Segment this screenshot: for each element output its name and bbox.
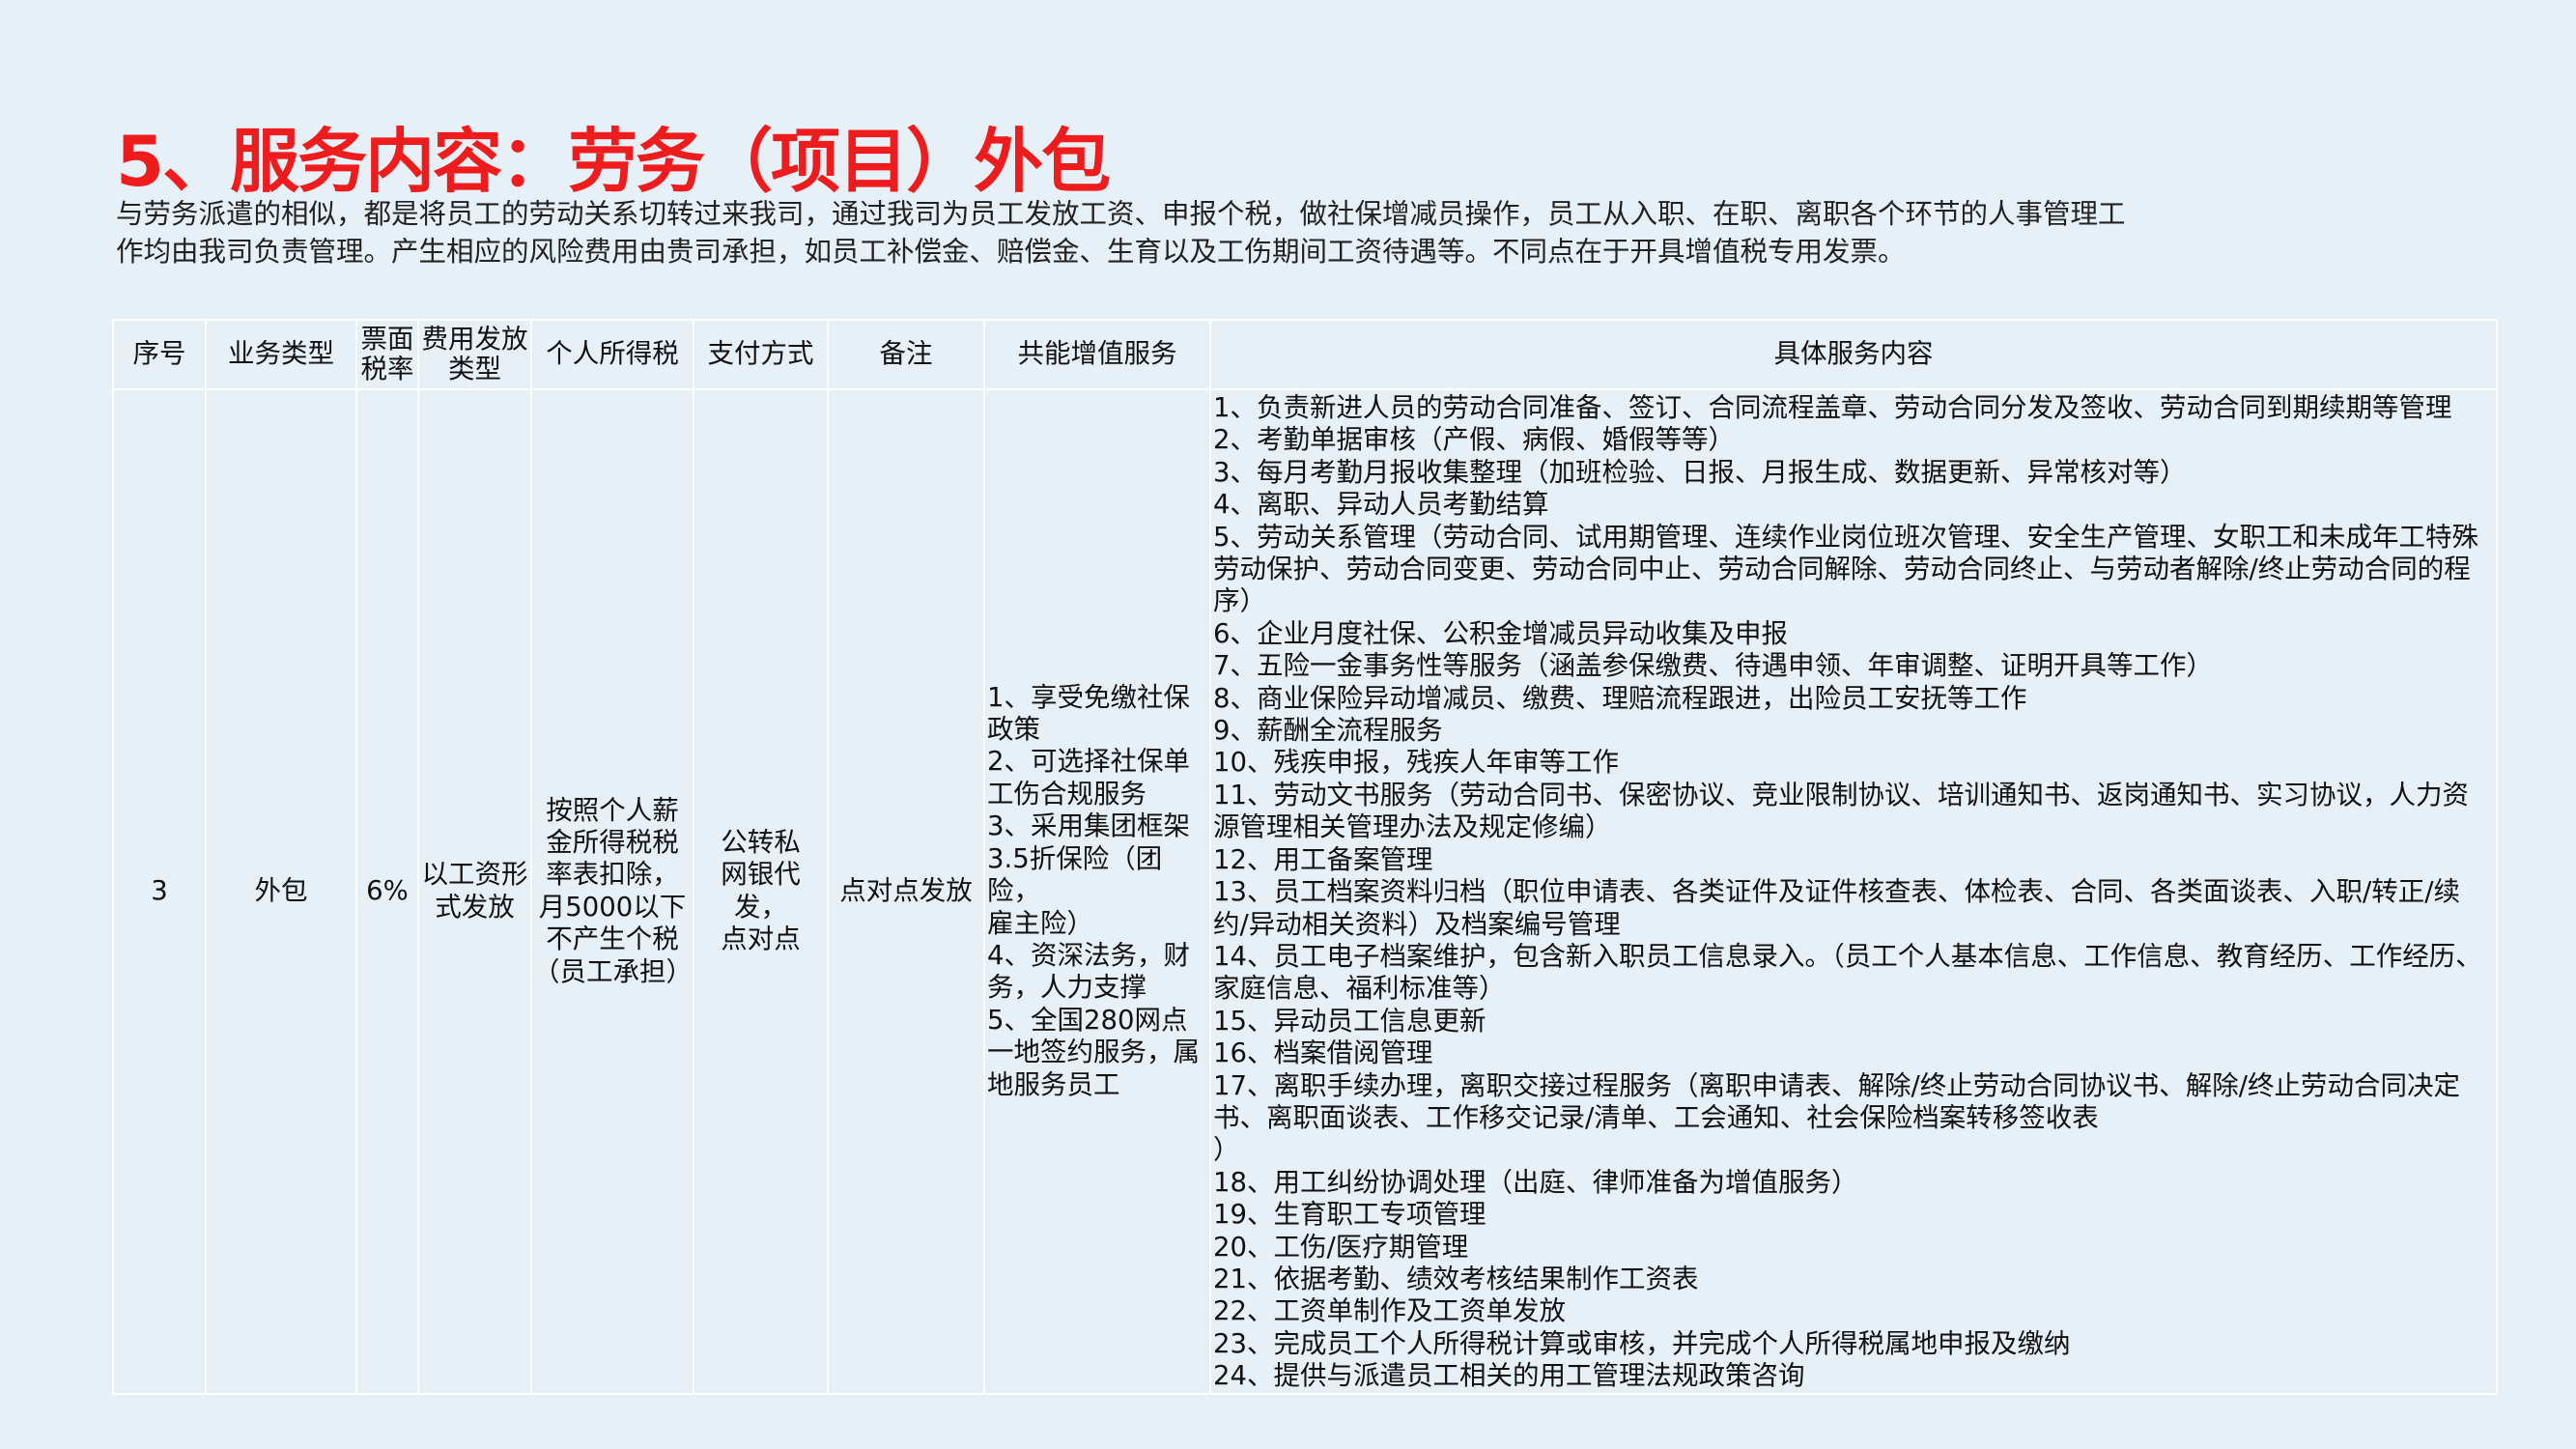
cell-income-tax: 按照个人薪 金所得税税 率表扣除， 月5000以下 不产生个税 （员工承担） bbox=[530, 388, 694, 1395]
detail-line: 约/异动相关资料）及档案编号管理 bbox=[1213, 908, 1621, 940]
cell-line: 3.5折保险（团险， bbox=[987, 842, 1163, 907]
detail-line: 8、商业保险异动增减员、缴费、理赔流程跟进，出险员工安抚等工作 bbox=[1213, 682, 2027, 714]
detail-line: ） bbox=[1213, 1134, 1240, 1166]
detail-line: 18、用工纠纷协调处理（出庭、律师准备为增值服务） bbox=[1213, 1166, 1858, 1198]
cell-line: 4、资深法务，财 bbox=[987, 939, 1190, 971]
cell-line: 地服务员工 bbox=[987, 1068, 1120, 1100]
cell-line: 月5000以下 bbox=[538, 891, 687, 923]
cell-line: 以工资形 bbox=[421, 859, 528, 891]
detail-line: 2、考勤单据审核（产假、病假、婚假等等） bbox=[1213, 424, 1735, 456]
cell-line: 政策 bbox=[987, 714, 1040, 746]
intro-line: 与劳务派遣的相似，都是将员工的劳动关系切转过来我司，通过我司为员工发放工资、申报… bbox=[116, 198, 2126, 230]
cell-line: 1、享受免缴社保 bbox=[987, 681, 1190, 713]
cell-service-detail: 1、负责新进人员的劳动合同准备、签订、合同流程盖章、劳动合同分发及签收、劳动合同… bbox=[1209, 388, 2498, 1395]
detail-line: 5、劳动关系管理（劳动合同、试用期管理、连续作业岗位班次管理、安全生产管理、女职… bbox=[1213, 521, 2478, 553]
detail-line: 序） bbox=[1213, 585, 1266, 617]
table-row: 3 外包 6% 以工资形 式发放 按照个人薪 金所得税税 率表扣除， 月5000… bbox=[112, 388, 2498, 1395]
cell-line: 网银代发， bbox=[721, 859, 801, 923]
cell-line: 率表扣除， bbox=[546, 859, 679, 891]
detail-line: 12、用工备案管理 bbox=[1213, 843, 1433, 875]
header-note: 备注 bbox=[827, 319, 985, 390]
detail-line: 劳动保护、劳动合同变更、劳动合同中止、劳动合同解除、劳动合同终止、与劳动者解除/… bbox=[1213, 554, 2471, 585]
cell-tax-rate: 6% bbox=[355, 388, 419, 1395]
detail-line: 书、离职面谈表、工作移交记录/清单、工会通知、社会保险档案转移签收表 bbox=[1213, 1101, 2099, 1133]
header-line: 票面 bbox=[360, 324, 414, 355]
detail-line: 17、离职手续办理，离职交接过程服务（离职申请表、解除/终止劳动合同协议书、解除… bbox=[1213, 1069, 2461, 1101]
header-payment-method: 支付方式 bbox=[693, 319, 829, 390]
cell-value-added-services: 1、享受免缴社保 政策 2、可选择社保单 工伤合规服务 3、采用集团框架 3.5… bbox=[983, 388, 1211, 1395]
detail-line: 21、依据考勤、绩效考核结果制作工资表 bbox=[1213, 1263, 1699, 1294]
cell-line: 点对点 bbox=[721, 923, 801, 955]
header-line: 费用发放 bbox=[421, 324, 528, 355]
cell-line: 3、采用集团框架 bbox=[987, 810, 1190, 842]
cell-line: 5、全国280网点 bbox=[987, 1004, 1188, 1036]
service-table: 序号 业务类型 票面 税率 费用发放 类型 个人所得税 支付方式 备注 共能增值… bbox=[112, 319, 2498, 1395]
detail-line: 1、负责新进人员的劳动合同准备、签订、合同流程盖章、劳动合同分发及签收、劳动合同… bbox=[1213, 392, 2452, 423]
detail-line: 14、员工电子档案维护，包含新入职员工信息录入。（员工个人基本信息、工作信息、教… bbox=[1213, 940, 2482, 972]
cell-fee-type: 以工资形 式发放 bbox=[417, 388, 532, 1395]
detail-line: 6、企业月度社保、公积金增减员异动收集及申报 bbox=[1213, 617, 1788, 649]
cell-line: 雇主险） bbox=[987, 907, 1093, 939]
table-header-row: 序号 业务类型 票面 税率 费用发放 类型 个人所得税 支付方式 备注 共能增值… bbox=[112, 319, 2498, 390]
header-line: 类型 bbox=[448, 354, 501, 384]
detail-line: 10、残疾申报，残疾人年审等工作 bbox=[1213, 747, 1619, 779]
detail-line: 15、异动员工信息更新 bbox=[1213, 1005, 1486, 1037]
cell-line: 务，人力支撑 bbox=[987, 972, 1146, 1004]
detail-line: 23、完成员工个人所得税计算或审核，并完成个人所得税属地申报及缴纳 bbox=[1213, 1327, 2071, 1359]
header-fee-type: 费用发放 类型 bbox=[417, 319, 532, 390]
header-business-type: 业务类型 bbox=[205, 319, 357, 390]
detail-line: 源管理相关管理办法及规定修编） bbox=[1213, 811, 1612, 843]
detail-line: 4、离职、异动人员考勤结算 bbox=[1213, 489, 1549, 521]
cell-line: 不产生个税 bbox=[546, 923, 679, 955]
detail-line: 16、档案借阅管理 bbox=[1213, 1037, 1433, 1069]
cell-business-type: 外包 bbox=[205, 388, 357, 1395]
detail-line: 19、生育职工专项管理 bbox=[1213, 1199, 1486, 1231]
header-service-detail: 具体服务内容 bbox=[1209, 319, 2498, 390]
detail-line: 20、工伤/医疗期管理 bbox=[1213, 1231, 1469, 1263]
detail-line: 7、五险一金事务性等服务（涵盖参保缴费、待遇申领、年审调整、证明开具等工作） bbox=[1213, 650, 2213, 682]
cell-line: 2、可选择社保单 bbox=[987, 746, 1190, 778]
page-title: 5、服务内容：劳务（项目）外包 bbox=[116, 121, 1111, 202]
header-line: 税率 bbox=[360, 354, 414, 384]
cell-line: 一地签约服务，属 bbox=[987, 1037, 1200, 1068]
cell-line: 式发放 bbox=[435, 891, 515, 923]
cell-note: 点对点发放 bbox=[827, 388, 985, 1395]
cell-line: 工伤合规服务 bbox=[987, 778, 1146, 810]
header-income-tax: 个人所得税 bbox=[530, 319, 694, 390]
cell-line: 按照个人薪 bbox=[546, 794, 679, 826]
cell-line: （员工承担） bbox=[533, 955, 693, 987]
detail-line: 13、员工档案资料归档（职位申请表、各类证件及证件核查表、体检表、合同、各类面谈… bbox=[1213, 876, 2461, 908]
intro-paragraph: 与劳务派遣的相似，都是将员工的劳动关系切转过来我司，通过我司为员工发放工资、申报… bbox=[116, 195, 2502, 270]
detail-line: 24、提供与派遣员工相关的用工管理法规政策咨询 bbox=[1213, 1360, 1805, 1392]
cell-payment-method: 公转私 网银代发， 点对点 bbox=[693, 388, 829, 1395]
header-seq: 序号 bbox=[112, 319, 207, 390]
header-value-added-services: 共能增值服务 bbox=[983, 319, 1211, 390]
intro-line: 作均由我司负责管理。产生相应的风险费用由贵司承担，如员工补偿金、赔偿金、生育以及… bbox=[116, 236, 1906, 268]
detail-line: 22、工资单制作及工资单发放 bbox=[1213, 1295, 1566, 1327]
cell-seq: 3 bbox=[112, 388, 207, 1395]
detail-line: 家庭信息、福利标准等） bbox=[1213, 973, 1506, 1005]
detail-line: 9、薪酬全流程服务 bbox=[1213, 715, 1443, 747]
cell-line: 金所得税税 bbox=[546, 826, 679, 858]
detail-line: 3、每月考勤月报收集整理（加班检验、日报、月报生成、数据更新、异常核对等） bbox=[1213, 456, 2187, 488]
header-tax-rate: 票面 税率 bbox=[355, 319, 419, 390]
detail-line: 11、劳动文书服务（劳动合同书、保密协议、竞业限制协议、培训通知书、返岗通知书、… bbox=[1213, 779, 2469, 810]
cell-line: 公转私 bbox=[721, 826, 801, 858]
